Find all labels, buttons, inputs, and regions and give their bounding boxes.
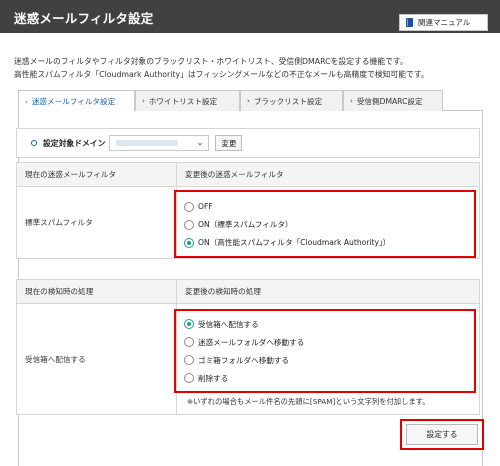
column-header-current-action: 現在の検知時の処理 xyxy=(16,279,177,304)
chevron-down-icon: ⌄ xyxy=(196,138,204,147)
filter-settings-table: 現在の迷惑メールフィルタ 変更後の迷惑メールフィルタ 標準スパムフィルタ OFF… xyxy=(16,162,480,259)
filter-options-cell: OFF ON（標準スパムフィルタ） ON（高性能スパムフィルタ「Cloudmar… xyxy=(174,186,480,259)
action-option-trash[interactable]: ゴミ箱フォルダへ移動する xyxy=(176,351,474,369)
page-title: 迷惑メールフィルタ設定 xyxy=(14,11,154,26)
description-line-2: 高性能スパムフィルタ「Cloudmark Authority」はフィッシングメー… xyxy=(14,70,429,79)
column-header-current-filter: 現在の迷惑メールフィルタ xyxy=(16,162,177,187)
chevron-right-icon: › xyxy=(350,97,353,105)
spam-tag-note: ※いずれの場合もメール件名の先頭に[SPAM]という文字列を付加します。 xyxy=(187,397,430,406)
tab-label: ホワイトリスト設定 xyxy=(148,96,218,106)
action-option-spam-folder[interactable]: 迷惑メールフォルダへ移動する xyxy=(176,333,474,351)
tab-whitelist[interactable]: › ホワイトリスト設定 xyxy=(135,90,240,111)
tab-blacklist[interactable]: › ブラックリスト設定 xyxy=(240,90,343,111)
submit-button[interactable]: 設定する xyxy=(406,424,478,445)
action-option-inbox[interactable]: 受信箱へ配信する xyxy=(176,315,474,333)
option-label: 削除する xyxy=(198,373,229,383)
page-header: 迷惑メールフィルタ設定 関連マニュアル xyxy=(0,0,500,33)
book-icon xyxy=(406,18,413,27)
option-label: ON（高性能スパムフィルタ「Cloudmark Authority」） xyxy=(198,238,391,247)
option-label: OFF xyxy=(198,202,213,211)
radio-icon xyxy=(184,355,194,365)
option-label: ON（標準スパムフィルタ） xyxy=(198,220,293,229)
option-label: 迷惑メールフォルダへ移動する xyxy=(198,337,305,347)
column-header-new-action: 変更後の検知時の処理 xyxy=(176,279,480,304)
related-manual-label: 関連マニュアル xyxy=(418,18,471,27)
radio-selected-icon xyxy=(184,237,194,248)
detection-action-table: 現在の検知時の処理 変更後の検知時の処理 受信箱へ配信する 受信箱へ配信する 迷… xyxy=(16,279,480,415)
radio-icon xyxy=(184,219,194,230)
action-options-cell: 受信箱へ配信する 迷惑メールフォルダへ移動する ゴミ箱フォルダへ移動する 削除す… xyxy=(174,303,480,415)
tab-label: ブラックリスト設定 xyxy=(253,96,323,106)
action-option-delete[interactable]: 削除する xyxy=(176,369,474,387)
masked-domain-value xyxy=(116,140,179,146)
filter-option-off[interactable]: OFF xyxy=(176,198,474,216)
action-options-group: 受信箱へ配信する 迷惑メールフォルダへ移動する ゴミ箱フォルダへ移動する 削除す… xyxy=(174,309,476,393)
domain-label: 設定対象ドメイン xyxy=(43,138,106,148)
domain-selector-row: 設定対象ドメイン ⌄ 変更 xyxy=(16,128,480,158)
chevron-right-icon: › xyxy=(142,97,145,105)
description-line-1: 迷惑メールのフィルタやフィルタ対象のブラックリスト・ホワイトリスト、受信側DMA… xyxy=(14,57,408,66)
domain-select[interactable]: ⌄ xyxy=(109,135,210,151)
radio-selected-icon xyxy=(184,319,194,329)
bullet-icon xyxy=(31,140,37,146)
current-filter-value: 標準スパムフィルタ xyxy=(16,186,177,259)
page-description: 迷惑メールのフィルタやフィルタ対象のブラックリスト・ホワイトリスト、受信側DMA… xyxy=(14,55,494,81)
tab-spam-filter[interactable]: › 迷惑メールフィルタ設定 xyxy=(18,90,135,112)
current-action-value: 受信箱へ配信する xyxy=(16,303,177,415)
submit-highlight: 設定する xyxy=(400,419,484,450)
tab-label: 受信側DMARC設定 xyxy=(356,96,423,106)
filter-option-standard[interactable]: ON（標準スパムフィルタ） xyxy=(176,216,474,234)
change-domain-button[interactable]: 変更 xyxy=(215,135,243,151)
settings-tabs: › 迷惑メールフィルタ設定 › ホワイトリスト設定 › ブラックリスト設定 › … xyxy=(18,90,483,112)
chevron-right-icon: › xyxy=(247,97,250,105)
radio-icon xyxy=(184,373,194,383)
column-header-new-filter: 変更後の迷惑メールフィルタ xyxy=(176,162,480,187)
radio-icon xyxy=(184,201,194,212)
tab-dmarc[interactable]: › 受信側DMARC設定 xyxy=(343,90,443,111)
filter-option-cloudmark[interactable]: ON（高性能スパムフィルタ「Cloudmark Authority」） xyxy=(176,234,474,252)
option-label: 受信箱へ配信する xyxy=(198,319,259,329)
chevron-right-icon: › xyxy=(25,97,28,106)
radio-icon xyxy=(184,337,194,347)
filter-options-group: OFF ON（標準スパムフィルタ） ON（高性能スパムフィルタ「Cloudmar… xyxy=(174,189,476,258)
option-label: ゴミ箱フォルダへ移動する xyxy=(198,355,290,365)
related-manual-button[interactable]: 関連マニュアル xyxy=(399,14,488,31)
tab-label: 迷惑メールフィルタ設定 xyxy=(31,97,116,106)
